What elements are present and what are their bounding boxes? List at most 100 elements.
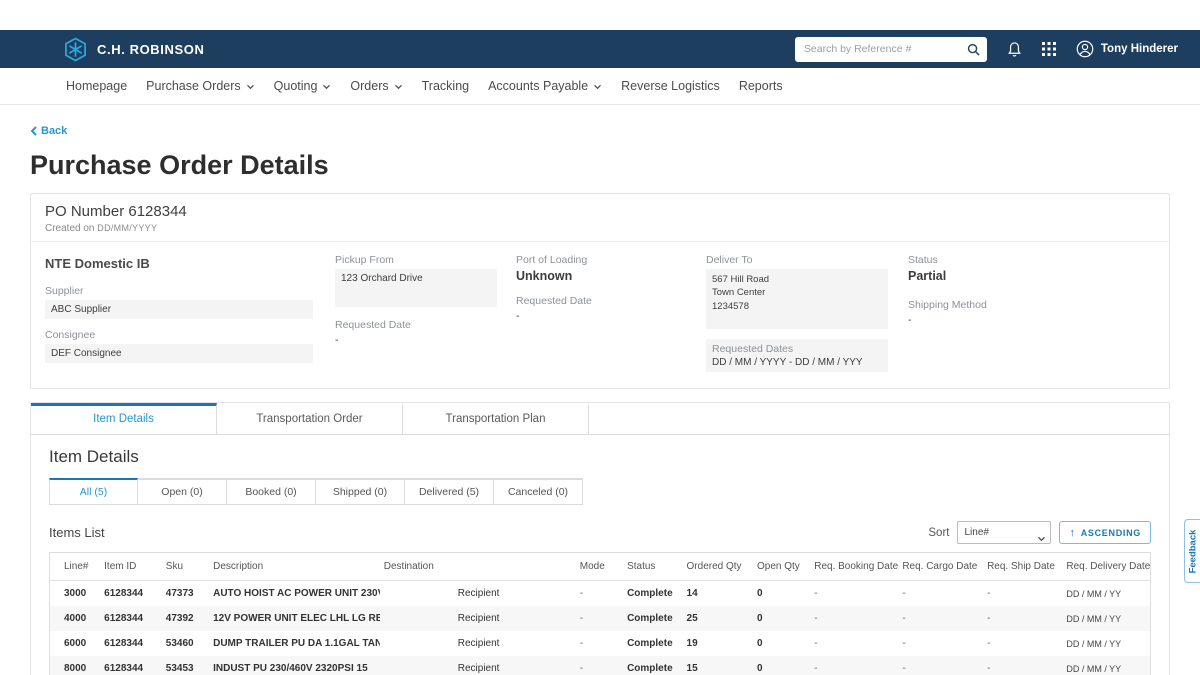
brand: C.H. ROBINSON [64,37,204,62]
cell: DUMP TRAILER PU DA 1.1GAL TANK [209,631,380,656]
table-row: 6000612834453460DUMP TRAILER PU DA 1.1GA… [50,631,1151,656]
nav-item-reverse-logistics[interactable]: Reverse Logistics [621,79,720,93]
tab-item-details[interactable]: Item Details [31,403,217,434]
cell: DD / MM / YY [1062,656,1150,675]
column-header: Req. Cargo Date [898,553,983,581]
cell: 47373 [162,581,209,607]
column-header: Open Qty [753,553,810,581]
filter-tab-canceled-0[interactable]: Canceled (0) [494,478,583,505]
po-number: PO Number 6128344 [45,203,1155,220]
cell: Complete [623,581,682,607]
column-header: Item ID [100,553,162,581]
cell: 0 [753,581,810,607]
chevron-left-icon [30,126,37,136]
status-value: Partial [908,269,1155,283]
cell: Complete [623,656,682,675]
ascending-sort-button[interactable]: ↑ ASCENDING [1059,521,1151,544]
tab-transportation-order[interactable]: Transportation Order [217,403,403,434]
cell: - [898,606,983,631]
filter-tab-delivered-5[interactable]: Delivered (5) [405,478,494,505]
cell: - [576,631,623,656]
cell: DD / MM / YY [1062,606,1150,631]
arrow-up-icon: ↑ [1069,527,1075,539]
user-menu[interactable]: Tony Hinderer [1076,40,1178,58]
items-list-label: Items List [49,525,105,540]
nav-item-accounts-payable[interactable]: Accounts Payable [488,79,602,93]
po-type: NTE Domestic IB [45,256,335,271]
back-link[interactable]: Back [30,125,67,137]
sort-select[interactable]: Line# [957,521,1051,544]
nav-item-orders[interactable]: Orders [350,79,402,93]
search-input[interactable] [804,43,967,55]
cell: 53460 [162,631,209,656]
cell: 6128344 [100,606,162,631]
column-header: Line# [50,553,101,581]
table-header-row: Line#Item IDSkuDescriptionDestinationMod… [50,553,1151,581]
nav-item-label: Orders [350,79,388,93]
main-nav: Homepage Purchase Orders Quoting Orders Trac… [0,68,1200,105]
cell: - [810,606,898,631]
cell: 3000 [50,581,101,607]
cell: 19 [683,631,753,656]
cell: DD / MM / YY [1062,631,1150,656]
column-header: Sku [162,553,209,581]
items-table: Line#Item IDSkuDescriptionDestinationMod… [49,552,1151,675]
nav-item-homepage[interactable]: Homepage [66,79,127,93]
column-header: Req. Booking Date [810,553,898,581]
cell: 0 [753,656,810,675]
tab-transportation-plan[interactable]: Transportation Plan [403,403,589,434]
deliver-to-value: 567 Hill Road Town Center 1234578 [706,269,888,329]
cell: 0 [753,606,810,631]
cell: - [576,581,623,607]
cell: AUTO HOIST AC POWER UNIT 230V [209,581,380,607]
user-name: Tony Hinderer [1101,43,1178,55]
port-requested-date-value: - [516,310,706,322]
cell: Recipient [380,656,576,675]
nav-item-label: Purchase Orders [146,79,240,93]
filter-tab-shipped-0[interactable]: Shipped (0) [316,478,405,505]
port-requested-date-label: Requested Date [516,295,706,307]
nav-item-tracking[interactable]: Tracking [422,79,469,93]
nav-item-purchase-orders[interactable]: Purchase Orders [146,79,254,93]
column-header: Ordered Qty [683,553,753,581]
cell: Recipient [380,606,576,631]
cell: - [576,656,623,675]
search-icon[interactable] [967,43,980,56]
column-header: Destination [380,553,576,581]
nav-item-label: Reports [739,79,783,93]
cell: Complete [623,606,682,631]
chevron-down-icon [593,84,602,90]
pickup-from-value: 123 Orchard Drive [335,269,497,307]
nav-item-reports[interactable]: Reports [739,79,783,93]
status-filter-tabs: All (5)Open (0)Booked (0)Shipped (0)Deli… [49,478,1151,505]
cell: - [810,631,898,656]
supplier-label: Supplier [45,285,335,297]
filter-tab-booked-0[interactable]: Booked (0) [227,478,316,505]
feedback-button[interactable]: Feedback [1184,519,1200,583]
filter-tab-all-5[interactable]: All (5) [49,478,138,505]
cell: INDUST PU 230/460V 2320PSI 15 [209,656,380,675]
cell: - [898,656,983,675]
cell: 6000 [50,631,101,656]
chevron-down-icon [394,84,403,90]
notifications-bell-icon[interactable] [1007,41,1022,58]
cell: - [810,581,898,607]
column-header: Req. Ship Date [983,553,1062,581]
port-of-loading-value: Unknown [516,269,706,283]
cell: 53453 [162,656,209,675]
nav-item-quoting[interactable]: Quoting [274,79,332,93]
back-label: Back [41,125,67,137]
app-launcher-grid-icon[interactable] [1042,42,1056,56]
cell: - [898,631,983,656]
requested-dates: Requested Dates DD / MM / YYYY - DD / MM… [706,339,888,372]
cell: 25 [683,606,753,631]
cell: - [810,656,898,675]
cell: - [983,606,1062,631]
cell: 47392 [162,606,209,631]
page-title: Purchase Order Details [30,150,1170,181]
port-of-loading-label: Port of Loading [516,254,706,266]
filter-tab-open-0[interactable]: Open (0) [138,478,227,505]
table-row: 8000612834453453INDUST PU 230/460V 2320P… [50,656,1151,675]
cell: DD / MM / YY [1062,581,1150,607]
shipping-method-value: - [908,314,1155,326]
